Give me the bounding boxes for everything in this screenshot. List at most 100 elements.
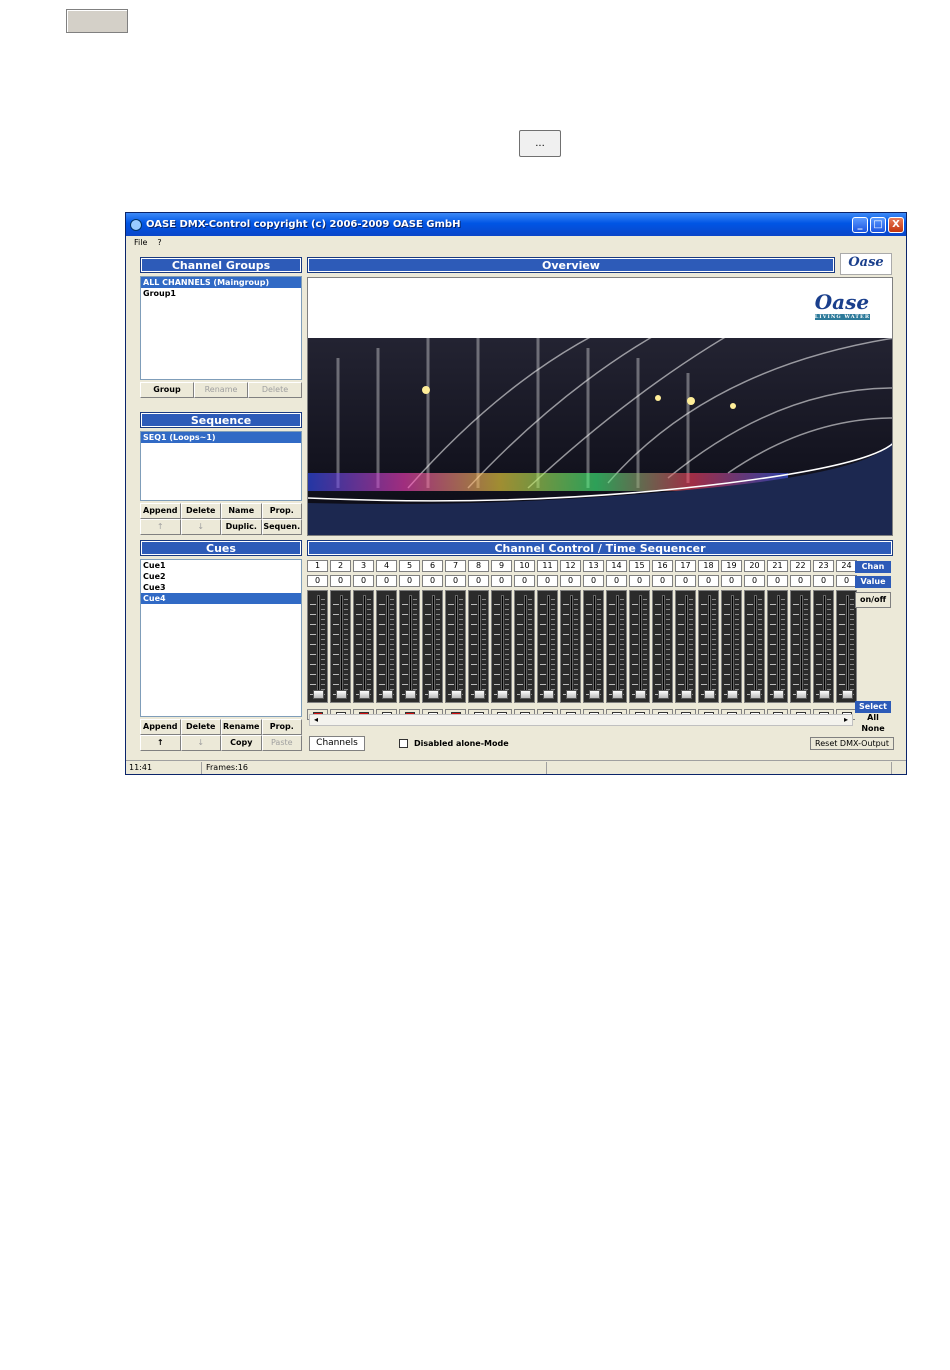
channel-number[interactable]: 10 xyxy=(514,560,535,572)
channel-fader[interactable] xyxy=(445,590,466,703)
channel-fader[interactable] xyxy=(399,590,420,703)
channel-number[interactable]: 23 xyxy=(813,560,834,572)
fader-knob[interactable] xyxy=(405,690,416,699)
fader-knob[interactable] xyxy=(474,690,485,699)
fader-knob[interactable] xyxy=(658,690,669,699)
channel-fader[interactable] xyxy=(652,590,673,703)
channel-value[interactable]: 0 xyxy=(422,575,443,587)
channel-value[interactable]: 0 xyxy=(721,575,742,587)
channel-value[interactable]: 0 xyxy=(790,575,811,587)
channel-fader[interactable] xyxy=(836,590,857,703)
channel-scrollbar[interactable]: ◂ ▸ xyxy=(309,714,853,726)
fader-knob[interactable] xyxy=(428,690,439,699)
append-sequence-button[interactable]: Append xyxy=(140,503,181,519)
fader-knob[interactable] xyxy=(842,690,853,699)
sequence-list[interactable]: SEQ1 (Loops~1) xyxy=(140,431,302,501)
channel-number[interactable]: 16 xyxy=(652,560,673,572)
channel-number[interactable]: 4 xyxy=(376,560,397,572)
fader-knob[interactable] xyxy=(497,690,508,699)
maximize-button[interactable]: □ xyxy=(870,216,886,233)
fader-knob[interactable] xyxy=(612,690,623,699)
fader-knob[interactable] xyxy=(543,690,554,699)
append-cue-button[interactable]: Append xyxy=(140,719,181,735)
channel-value[interactable]: 0 xyxy=(491,575,512,587)
fader-knob[interactable] xyxy=(382,690,393,699)
select-all-button[interactable]: All xyxy=(855,713,891,724)
checkbox-box[interactable] xyxy=(399,739,408,748)
move-up-sequence-button[interactable]: ↑ xyxy=(140,519,181,535)
delete-group-button[interactable]: Delete xyxy=(248,382,302,398)
fader-knob[interactable] xyxy=(520,690,531,699)
channel-number[interactable]: 11 xyxy=(537,560,558,572)
prop-cue-button[interactable]: Prop. xyxy=(261,719,302,735)
channel-number[interactable]: 17 xyxy=(675,560,696,572)
channel-value[interactable]: 0 xyxy=(629,575,650,587)
scroll-right-arrow-icon[interactable]: ▸ xyxy=(840,715,852,725)
channel-number[interactable]: 21 xyxy=(767,560,788,572)
channel-number[interactable]: 22 xyxy=(790,560,811,572)
channel-value[interactable]: 0 xyxy=(376,575,397,587)
channel-number[interactable]: 1 xyxy=(307,560,328,572)
name-sequence-button[interactable]: Name xyxy=(221,503,262,519)
fader-knob[interactable] xyxy=(336,690,347,699)
channel-fader[interactable] xyxy=(744,590,765,703)
browse-button[interactable]: ... xyxy=(519,130,561,157)
close-button[interactable]: X xyxy=(888,216,904,233)
channel-value[interactable]: 0 xyxy=(514,575,535,587)
channel-fader[interactable] xyxy=(698,590,719,703)
channel-number[interactable]: 5 xyxy=(399,560,420,572)
channel-groups-list[interactable]: ALL CHANNELS (Maingroup) Group1 xyxy=(140,276,302,380)
channel-fader[interactable] xyxy=(376,590,397,703)
list-item[interactable]: Cue3 xyxy=(141,582,301,593)
channel-value[interactable]: 0 xyxy=(353,575,374,587)
fader-knob[interactable] xyxy=(796,690,807,699)
channel-value[interactable]: 0 xyxy=(767,575,788,587)
channel-number[interactable]: 14 xyxy=(606,560,627,572)
channel-value[interactable]: 0 xyxy=(675,575,696,587)
channel-fader[interactable] xyxy=(353,590,374,703)
fader-knob[interactable] xyxy=(750,690,761,699)
fader-knob[interactable] xyxy=(566,690,577,699)
scroll-left-arrow-icon[interactable]: ◂ xyxy=(310,715,322,725)
fader-knob[interactable] xyxy=(451,690,462,699)
cues-list[interactable]: Cue1 Cue2 Cue3 Cue4 xyxy=(140,559,302,717)
fader-knob[interactable] xyxy=(589,690,600,699)
channel-number[interactable]: 19 xyxy=(721,560,742,572)
channel-value[interactable]: 0 xyxy=(445,575,466,587)
delete-cue-button[interactable]: Delete xyxy=(180,719,221,735)
fader-knob[interactable] xyxy=(635,690,646,699)
channel-fader[interactable] xyxy=(307,590,328,703)
channel-value[interactable]: 0 xyxy=(652,575,673,587)
channel-number[interactable]: 13 xyxy=(583,560,604,572)
channel-number[interactable]: 20 xyxy=(744,560,765,572)
channel-value[interactable]: 0 xyxy=(307,575,328,587)
menu-file[interactable]: File xyxy=(134,236,147,250)
list-item[interactable]: ALL CHANNELS (Maingroup) xyxy=(141,277,301,288)
channel-number[interactable]: 3 xyxy=(353,560,374,572)
fader-knob[interactable] xyxy=(819,690,830,699)
channel-value[interactable]: 0 xyxy=(468,575,489,587)
fader-knob[interactable] xyxy=(681,690,692,699)
channel-value[interactable]: 0 xyxy=(330,575,351,587)
fader-knob[interactable] xyxy=(727,690,738,699)
channel-value[interactable]: 0 xyxy=(836,575,857,587)
channel-fader[interactable] xyxy=(721,590,742,703)
channel-number[interactable]: 7 xyxy=(445,560,466,572)
channel-value[interactable]: 0 xyxy=(606,575,627,587)
channel-number[interactable]: 9 xyxy=(491,560,512,572)
channel-value[interactable]: 0 xyxy=(744,575,765,587)
channel-value[interactable]: 0 xyxy=(698,575,719,587)
paste-cue-button[interactable]: Paste xyxy=(261,735,302,751)
fader-knob[interactable] xyxy=(313,690,324,699)
channel-number[interactable]: 15 xyxy=(629,560,650,572)
group-button[interactable]: Group xyxy=(140,382,194,398)
rename-group-button[interactable]: Rename xyxy=(194,382,248,398)
top-left-button[interactable] xyxy=(66,9,128,33)
channel-fader[interactable] xyxy=(468,590,489,703)
channels-tab[interactable]: Channels xyxy=(309,736,365,751)
list-item[interactable]: Cue2 xyxy=(141,571,301,582)
channel-fader[interactable] xyxy=(629,590,650,703)
channel-fader[interactable] xyxy=(675,590,696,703)
channel-number[interactable]: 6 xyxy=(422,560,443,572)
channel-fader[interactable] xyxy=(583,590,604,703)
